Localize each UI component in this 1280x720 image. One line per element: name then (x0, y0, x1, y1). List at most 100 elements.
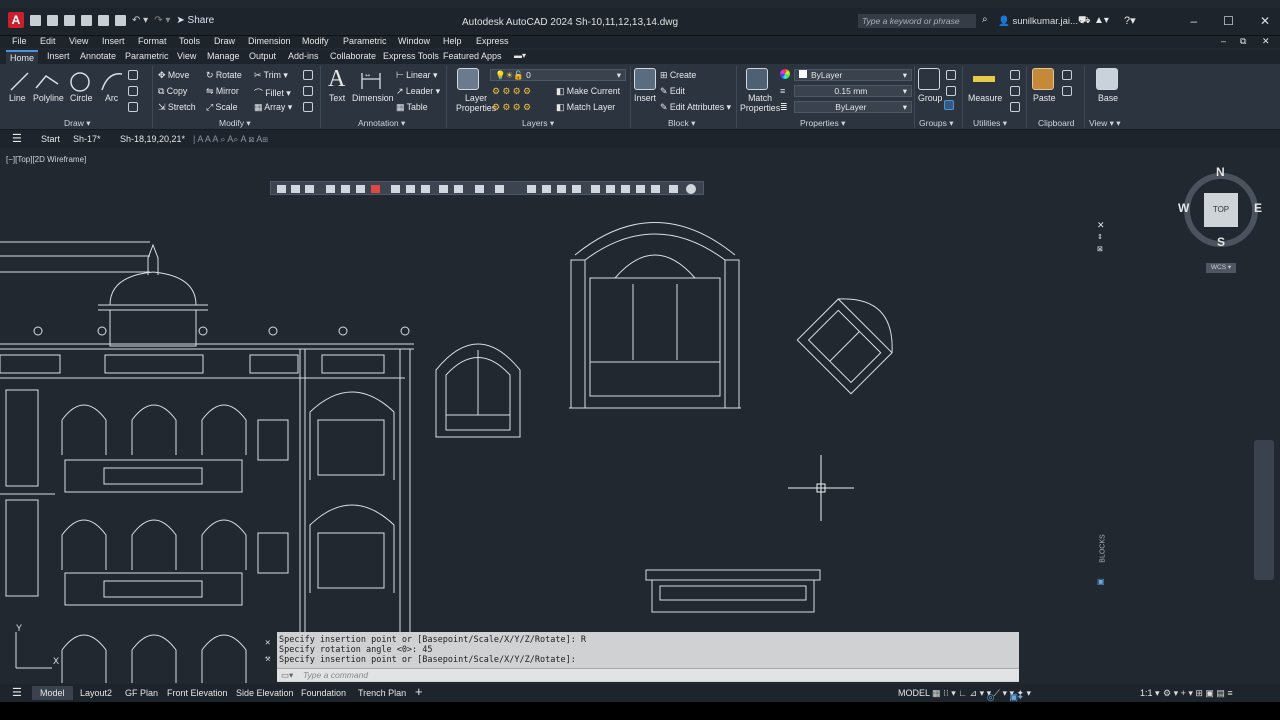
tab-annotate[interactable]: Annotate (80, 51, 116, 61)
region-icon[interactable] (128, 102, 138, 112)
layer-properties-button[interactable]: Layer Properties (456, 93, 496, 113)
model-space-button[interactable]: MODEL (898, 688, 930, 698)
tab-express-tools[interactable]: Express Tools (383, 51, 439, 61)
text-style-toolbar-icons[interactable]: | A A A ⌕ A⌕ A ⊠ A⊞ (193, 134, 268, 145)
group-icon[interactable] (918, 68, 940, 90)
command-settings-icon[interactable]: ⚒ (265, 654, 270, 664)
create-block-button[interactable]: ⊞ Create (660, 70, 696, 81)
linear-button[interactable]: ⊢ Linear ▾ (396, 70, 437, 81)
make-current-button[interactable]: ◧ Make Current (556, 86, 620, 97)
annotation-panel-label[interactable]: Annotation ▾ (358, 118, 405, 129)
text-icon[interactable]: A (328, 66, 345, 93)
leader-button[interactable]: ↗ Leader ▾ (396, 86, 440, 97)
layout-tab-gf-plan[interactable]: GF Plan (125, 688, 158, 698)
status-toggle-icons[interactable]: ▦ ⁝⁝ ▾ ∟ ⊿ ▾ ◎ ▾ ⟋ ▾ ⟋ ▣ ▾ ✦ ✦ ▾ (932, 688, 1031, 702)
viewcube-top-face[interactable]: TOP (1204, 193, 1238, 227)
redo-icon[interactable]: ↷ ▾ (154, 15, 170, 26)
add-layout-icon[interactable]: + (415, 684, 423, 699)
drawing-viewport[interactable]: [−][Top][2D Wireframe] Y X TOP N S E W W… (0, 150, 1280, 683)
array-button[interactable]: ▦ Array ▾ (254, 102, 292, 113)
navigation-bar[interactable] (1254, 440, 1274, 580)
menu-window[interactable]: Window (398, 36, 430, 46)
layer-tools-row-1[interactable]: ⚙ ⚙ ⚙ ⚙ (492, 86, 531, 97)
search-icon[interactable]: ⌕ (982, 14, 988, 25)
base-view-icon[interactable] (1096, 68, 1118, 90)
annotation-scale[interactable]: 1:1 ▾ (1140, 688, 1160, 699)
edit-block-button[interactable]: ✎ Edit (660, 86, 685, 97)
layout-tab-trench-plan[interactable]: Trench Plan (358, 688, 406, 698)
layer-properties-icon[interactable] (457, 68, 479, 90)
autocad-logo-icon[interactable]: A (8, 12, 24, 28)
help-icon[interactable]: ?▾ (1124, 14, 1136, 27)
base-button[interactable]: Base (1098, 93, 1118, 103)
copy-button[interactable]: ⧉ Copy (158, 86, 187, 97)
explode-icon[interactable] (303, 86, 313, 96)
insert-block-icon[interactable] (634, 68, 656, 90)
color-dropdown[interactable]: ByLayer ▾ (794, 69, 912, 81)
undo-icon[interactable]: ↶ ▾ (132, 15, 148, 26)
erase-icon[interactable] (303, 70, 313, 80)
match-properties-button[interactable]: Match Properties (740, 93, 780, 113)
menu-edit[interactable]: Edit (40, 36, 56, 46)
status-right-icons[interactable]: ⚙ ▾ + ▾ ⊞ ▣ ▤ ≡ (1163, 688, 1233, 699)
doc-tab-sh-18[interactable]: Sh-18,19,20,21* (120, 134, 185, 144)
compass-south[interactable]: S (1217, 235, 1225, 249)
color-wheel-icon[interactable] (780, 69, 790, 79)
ungroup-icon[interactable] (946, 70, 956, 80)
tab-view[interactable]: View (177, 51, 196, 61)
maximize-icon[interactable]: ☐ (1223, 14, 1234, 28)
layout-tab-side-elevation[interactable]: Side Elevation (236, 688, 294, 698)
circle-button[interactable]: Circle (70, 93, 92, 103)
copy-clip-icon[interactable] (1062, 86, 1072, 96)
menu-dimension[interactable]: Dimension (248, 36, 291, 46)
insert-button[interactable]: Insert (634, 93, 656, 103)
compass-north[interactable]: N (1216, 165, 1225, 179)
menu-insert[interactable]: Insert (102, 36, 125, 46)
doc-tab-start[interactable]: Start (41, 134, 60, 144)
hatch-icon[interactable] (128, 86, 138, 96)
edit-attributes-button[interactable]: ✎ Edit Attributes ▾ (660, 102, 731, 113)
menu-help[interactable]: Help (443, 36, 462, 46)
table-button[interactable]: ▦ Table (396, 102, 428, 113)
properties-panel-label[interactable]: Properties ▾ (800, 118, 845, 129)
palette-pin-icon[interactable]: ⇕ (1097, 233, 1103, 241)
plot-icon[interactable] (115, 14, 126, 26)
compass-east[interactable]: E (1254, 201, 1262, 215)
open-icon[interactable] (47, 14, 58, 26)
quick-select-icon[interactable] (1010, 70, 1020, 80)
autodesk-app-icon[interactable]: ▲▾ (1094, 15, 1109, 26)
tab-manage[interactable]: Manage (207, 51, 240, 61)
menu-format[interactable]: Format (138, 36, 167, 46)
paste-icon[interactable] (1032, 68, 1054, 90)
doc-tab-sh-17[interactable]: Sh-17* (73, 134, 101, 144)
menu-view[interactable]: View (69, 36, 88, 46)
hamburger-menu-icon[interactable]: ☰ (12, 132, 22, 145)
measure-icon[interactable] (973, 76, 995, 82)
line-button[interactable]: Line (9, 93, 26, 103)
utilities-panel-label[interactable]: Utilities ▾ (973, 118, 1007, 129)
close-icon[interactable]: ✕ (1260, 14, 1270, 28)
tab-insert[interactable]: Insert (47, 51, 70, 61)
cart-icon[interactable]: ⛟ (1078, 15, 1091, 28)
layout-menu-icon[interactable]: ☰ (12, 686, 22, 699)
dimension-icon[interactable]: ↔ (360, 69, 382, 91)
lineweight-dropdown[interactable]: 0.15 mm ▾ (794, 85, 912, 97)
stretch-button[interactable]: ⇲ Stretch (158, 102, 196, 113)
search-input[interactable]: Type a keyword or phrase (858, 14, 976, 28)
linetype-dropdown[interactable]: ByLayer ▾ (794, 101, 912, 113)
palette-close-icon[interactable]: ✕ (1097, 220, 1105, 231)
trim-button[interactable]: ✂ Trim ▾ (254, 70, 288, 81)
view-panel-label[interactable]: View ▾ ▾ (1089, 118, 1121, 129)
user-account[interactable]: 👤 sunilkumar.jai... ▾ (998, 16, 1085, 27)
doc-minimize-icon[interactable]: – (1221, 36, 1226, 46)
layer-dropdown[interactable]: 💡☀🔓 0 ▾ (490, 69, 626, 81)
viewcube[interactable]: TOP N S E W (1178, 165, 1262, 249)
groups-panel-label[interactable]: Groups ▾ (919, 118, 954, 129)
group-edit-icon[interactable] (946, 86, 956, 96)
block-panel-label[interactable]: Block ▾ (668, 118, 695, 129)
layout-tab-front-elevation[interactable]: Front Elevation (167, 688, 228, 698)
dimension-button[interactable]: Dimension (352, 93, 394, 103)
id-point-icon[interactable] (1010, 102, 1020, 112)
doc-restore-icon[interactable]: ⧉ (1240, 36, 1246, 47)
menu-parametric[interactable]: Parametric (343, 36, 387, 46)
